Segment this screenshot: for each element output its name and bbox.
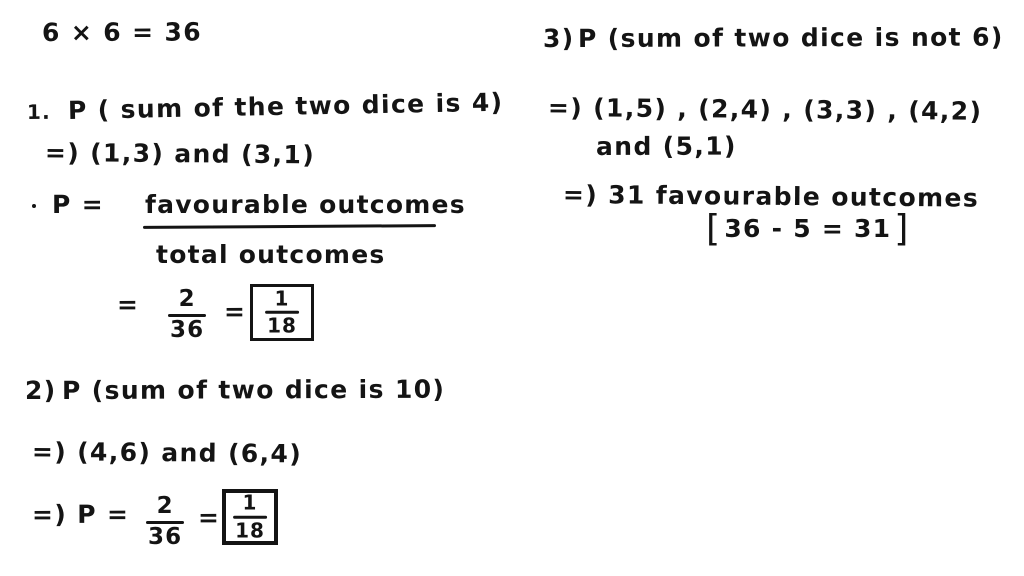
problem1-formula-fraction: favourable outcomes total outcomes bbox=[0, 0, 1024, 576]
problem2-second-equals: = bbox=[197, 502, 221, 532]
problem2-favourable-pairs: =) (4,6) and (6,4) bbox=[31, 437, 303, 469]
formula-numerator: favourable outcomes bbox=[145, 190, 466, 219]
problem3-favourable-pairs-line1: =) (1,5) , (2,4) , (3,3) , (4,2) bbox=[547, 93, 983, 126]
problem1-equals-sign: = bbox=[116, 289, 140, 319]
problem2-number: 2) bbox=[24, 375, 57, 405]
answer-denominator: 18 bbox=[235, 518, 265, 543]
problem1-answer-fraction: 1 18 bbox=[265, 288, 299, 337]
fraction-numerator: 2 bbox=[156, 493, 174, 519]
problem3-statement: P (sum of two dice is not 6) bbox=[577, 22, 1004, 53]
bracket-expression: 36 - 5 = 31 bbox=[724, 214, 892, 243]
problem3-bracket-expression-group: [ 36 - 5 = 31 ] bbox=[703, 207, 913, 250]
answer-numerator: 1 bbox=[274, 286, 290, 311]
formula-denominator: total outcomes bbox=[156, 240, 386, 269]
answer-denominator: 18 bbox=[267, 314, 297, 338]
fraction-numerator: 2 bbox=[178, 286, 196, 312]
problem1-fraction-2-36: 2 36 bbox=[168, 286, 207, 343]
problem2-fraction-2-36: 2 36 bbox=[146, 493, 185, 550]
problem3-conclusion: =) 31 favourable outcomes bbox=[562, 180, 980, 213]
formula-fraction-bar bbox=[142, 224, 437, 229]
problem2-answer-fraction: 1 18 bbox=[233, 490, 267, 543]
bracket-close-icon: ] bbox=[894, 207, 910, 250]
problem1-second-equals: = bbox=[223, 296, 247, 326]
problem2-statement: P (sum of two dice is 10) bbox=[61, 374, 446, 405]
problem1-answer-box: 1 18 bbox=[250, 284, 314, 341]
problem2-result-prefix: =) P = bbox=[31, 499, 130, 529]
bracket-open-icon: [ bbox=[706, 207, 722, 250]
problem3-favourable-pairs-line2: and (5,1) bbox=[595, 131, 737, 161]
answer-numerator: 1 bbox=[242, 490, 258, 515]
fraction-denominator: 36 bbox=[170, 316, 205, 343]
problem3-number: 3) bbox=[542, 23, 575, 53]
problem2-answer-box: 1 18 bbox=[222, 489, 278, 545]
handwritten-worksheet-page: 6 × 6 = 36 1. P ( sum of the two dice is… bbox=[0, 0, 1024, 576]
fraction-denominator: 36 bbox=[148, 523, 183, 550]
